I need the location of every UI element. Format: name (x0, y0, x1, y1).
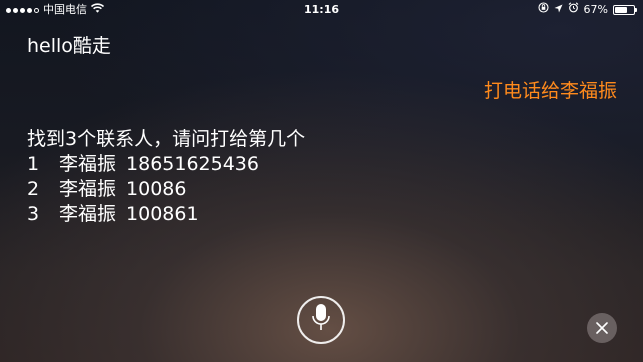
contact-option-1[interactable]: 1 李福振 18651625436 (27, 152, 305, 177)
response-prompt: 找到3个联系人，请问打给第几个 (27, 128, 306, 150)
contact-number: 10086 (126, 178, 187, 200)
contact-name: 李福振 (59, 178, 117, 200)
orientation-lock-icon (537, 0, 549, 20)
status-bar: 中国电信 11:16 67% (0, 0, 643, 20)
microphone-icon (311, 303, 331, 337)
contact-option-3[interactable]: 3 李福振 100861 (27, 202, 305, 227)
alarm-icon (568, 0, 579, 20)
contact-index: 1 (27, 153, 40, 175)
close-button[interactable] (587, 313, 617, 343)
battery-fill (615, 7, 628, 13)
contact-number: 100861 (126, 203, 199, 225)
location-icon (554, 0, 563, 20)
contact-option-2[interactable]: 2 李福振 10086 (27, 177, 305, 202)
contact-number: 18651625436 (126, 153, 259, 175)
recognized-command-text: 打电话给李福振 (483, 80, 617, 102)
contact-name: 李福振 (59, 153, 117, 175)
microphone-button[interactable] (297, 296, 345, 344)
assistant-response: 找到3个联系人，请问打给第几个 1 李福振 18651625436 2 李福振 … (27, 127, 305, 227)
battery-icon (613, 5, 637, 15)
status-right: 67% (537, 0, 637, 20)
contact-index: 3 (27, 203, 40, 225)
battery-percentage: 67% (583, 3, 608, 16)
contact-name: 李福振 (59, 203, 117, 225)
contact-index: 2 (27, 178, 40, 200)
user-query-text: hello酷走 (27, 35, 111, 57)
close-icon (596, 319, 608, 338)
